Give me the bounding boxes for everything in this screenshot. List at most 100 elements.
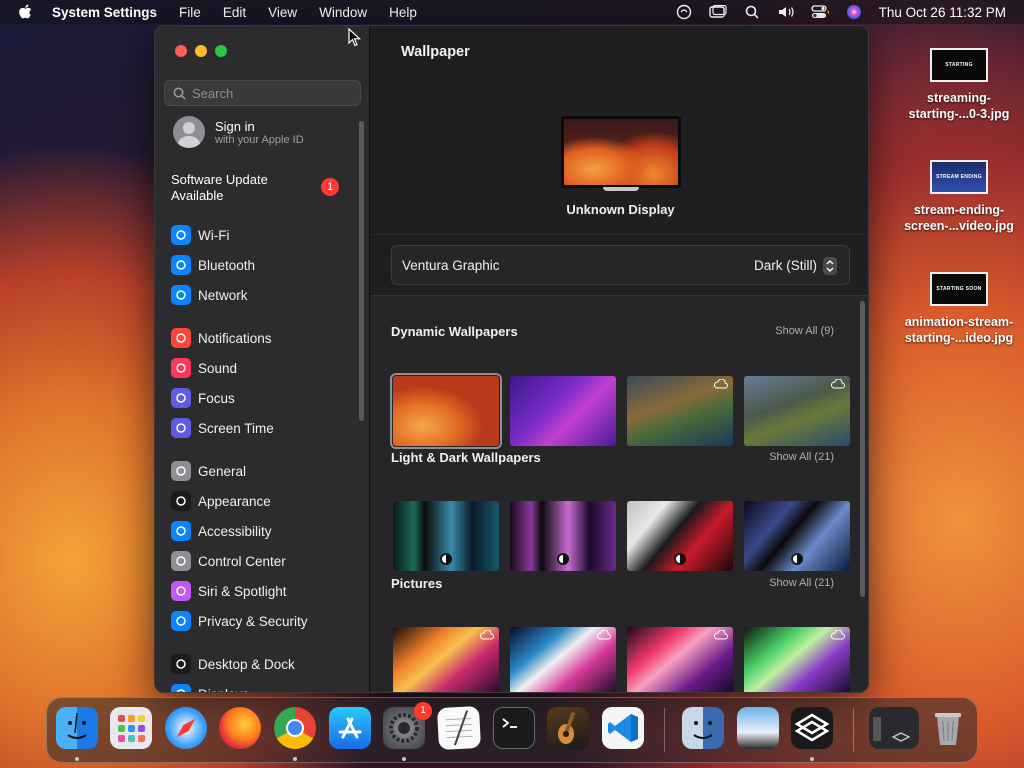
wallpaper-thumb-light-dark-4[interactable] xyxy=(744,501,850,571)
software-update-label-2: Available xyxy=(171,188,224,203)
sidebar-item-notifications[interactable]: Notifications xyxy=(171,327,272,349)
app-store-icon[interactable] xyxy=(329,707,371,749)
hand-icon xyxy=(171,611,191,631)
menu-view[interactable]: View xyxy=(268,5,297,20)
sidebar-item-appearance[interactable]: Appearance xyxy=(171,490,271,512)
chevron-updown-icon[interactable] xyxy=(823,257,837,275)
preview-icon[interactable] xyxy=(737,707,779,749)
sidebar-item-control-center[interactable]: Control Center xyxy=(171,550,286,572)
section-title-pictures: Pictures xyxy=(391,576,443,591)
screen-mirror-status-icon[interactable] xyxy=(675,4,693,20)
volume-icon[interactable] xyxy=(777,4,795,20)
apple-menu-icon[interactable] xyxy=(18,4,36,20)
sidebar-item-label: Wi-Fi xyxy=(198,227,230,243)
wallpaper-mode-value[interactable]: Dark (Still) xyxy=(754,258,817,273)
wallpaper-thumb-monterey[interactable] xyxy=(510,376,616,446)
gear-icon xyxy=(171,461,191,481)
sidebar-item-privacy-security[interactable]: Privacy & Security xyxy=(171,610,308,632)
menu-clock[interactable]: Thu Oct 26 11:32 PM xyxy=(879,5,1006,20)
search-field[interactable] xyxy=(164,80,361,106)
wallpaper-selector[interactable]: Ventura Graphic Dark (Still) xyxy=(391,245,850,285)
sidebar-item-label: Privacy & Security xyxy=(198,613,308,629)
launchpad-icon[interactable] xyxy=(110,707,152,749)
show-all-pictures-button[interactable]: Show All (21) xyxy=(769,577,834,589)
software-update-item[interactable]: Software Update Available 1 xyxy=(171,172,361,204)
cloud-download-icon xyxy=(714,630,728,640)
garageband-icon[interactable] xyxy=(547,707,589,749)
menu-app-name[interactable]: System Settings xyxy=(52,5,157,20)
zoom-button[interactable] xyxy=(215,45,227,57)
wallpaper-thumb-catalina-evening[interactable] xyxy=(744,376,850,446)
sidebar-item-siri-spotlight[interactable]: Siri & Spotlight xyxy=(171,580,287,602)
control-center-icon[interactable] xyxy=(811,4,829,20)
search-input[interactable] xyxy=(192,85,352,101)
file-name-line2: screen-...video.jpg xyxy=(904,219,1014,233)
spotlight-search-icon[interactable] xyxy=(743,4,761,20)
running-indicator xyxy=(402,757,406,761)
sidebar-item-bluetooth[interactable]: Bluetooth xyxy=(171,254,255,276)
wallpaper-thumb-light-dark-2[interactable] xyxy=(510,501,616,571)
light-dark-icon xyxy=(557,553,569,565)
desktop-file-1[interactable]: STARTING streaming-starting-...0-3.jpg xyxy=(889,48,1024,122)
dock-separator xyxy=(664,708,665,752)
sidebar-item-desktop-dock[interactable]: Desktop & Dock xyxy=(171,653,295,675)
menu-window[interactable]: Window xyxy=(319,5,367,20)
sidebar-item-general[interactable]: General xyxy=(171,460,246,482)
sidebar-item-wi-fi[interactable]: Wi-Fi xyxy=(171,224,229,246)
sidebar-item-network[interactable]: Network xyxy=(171,284,248,306)
sidebar-item-label: Accessibility xyxy=(198,523,272,539)
wallpaper-thumb-light-dark-3[interactable] xyxy=(627,501,733,571)
vscode-icon[interactable] xyxy=(602,707,644,749)
wallpaper-thumb-picture-2[interactable] xyxy=(510,627,616,692)
desktop-file-2[interactable]: STREAM ENDING stream-ending-screen-...vi… xyxy=(889,160,1024,234)
menu-file[interactable]: File xyxy=(179,5,201,20)
finder-alt-icon[interactable] xyxy=(682,707,724,749)
sidebar-item-displays[interactable]: Displays xyxy=(171,683,249,693)
menu-edit[interactable]: Edit xyxy=(223,5,246,20)
show-all-light-dark-button[interactable]: Show All (21) xyxy=(769,451,834,463)
safari-icon[interactable] xyxy=(165,707,207,749)
firefox-icon[interactable] xyxy=(219,707,261,749)
siri-icon[interactable] xyxy=(845,4,863,20)
terminal-icon[interactable] xyxy=(493,707,535,749)
sidebar-scrollbar[interactable] xyxy=(359,121,364,421)
wallpaper-name: Ventura Graphic xyxy=(402,258,500,273)
trash-icon[interactable] xyxy=(927,707,969,749)
show-all-dynamic-button[interactable]: Show All (9) xyxy=(775,325,834,337)
file-name-line2: starting-...0-3.jpg xyxy=(908,107,1010,121)
settings-window: Sign in with your Apple ID Software Upda… xyxy=(154,25,869,693)
sidebar-item-label: Focus xyxy=(198,390,235,406)
chrome-icon[interactable] xyxy=(274,707,316,749)
wallpaper-thumb-light-dark-1[interactable] xyxy=(393,501,499,571)
file-name-line1: stream-ending- xyxy=(913,203,1005,217)
wallpaper-thumb-ventura-graphic[interactable] xyxy=(390,373,502,449)
textedit-icon[interactable] xyxy=(436,705,482,751)
desktop-file-3[interactable]: STARTING SOON animation-stream-starting-… xyxy=(889,272,1024,346)
bluetooth-icon xyxy=(171,255,191,275)
gallery-scrollbar[interactable] xyxy=(860,301,865,597)
screen-recorder-icon[interactable] xyxy=(869,707,919,749)
cloud-download-icon xyxy=(831,379,845,389)
sign-in-item[interactable]: Sign in with your Apple ID xyxy=(173,116,304,148)
software-update-badge: 1 xyxy=(321,178,339,196)
sidebar-item-focus[interactable]: Focus xyxy=(171,387,235,409)
display-preview xyxy=(561,116,681,188)
close-button[interactable] xyxy=(175,45,187,57)
file-name-line2: starting-...ideo.jpg xyxy=(904,331,1014,345)
sidebar-item-label: Displays xyxy=(198,687,249,693)
wallpaper-thumb-picture-4[interactable] xyxy=(744,627,850,692)
wallpaper-thumb-picture-3[interactable] xyxy=(627,627,733,692)
accessibility-icon xyxy=(171,521,191,541)
sidebar-item-sound[interactable]: Sound xyxy=(171,357,237,379)
menu-help[interactable]: Help xyxy=(389,5,417,20)
window-status-icon[interactable] xyxy=(708,4,727,20)
stream-app-icon[interactable] xyxy=(791,707,833,749)
sidebar-item-accessibility[interactable]: Accessibility xyxy=(171,520,272,542)
minimize-button[interactable] xyxy=(195,45,207,57)
sidebar-item-label: Siri & Spotlight xyxy=(198,583,287,599)
siri-icon xyxy=(171,581,191,601)
finder-icon[interactable] xyxy=(56,707,98,749)
wallpaper-thumb-catalina[interactable] xyxy=(627,376,733,446)
sidebar-item-screen-time[interactable]: Screen Time xyxy=(171,417,274,439)
wallpaper-thumb-picture-1[interactable] xyxy=(393,627,499,692)
